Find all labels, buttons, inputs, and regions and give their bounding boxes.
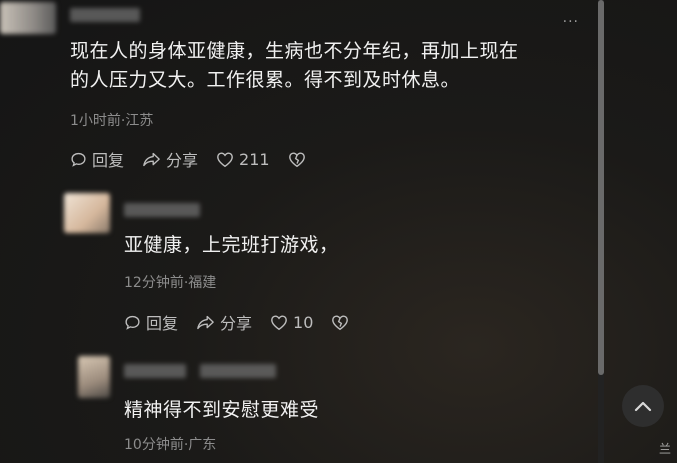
dislike-button[interactable] — [288, 151, 311, 168]
broken-heart-icon — [332, 314, 349, 330]
username-blurred[interactable] — [70, 8, 140, 22]
share-button[interactable]: 分享 — [196, 310, 252, 334]
scrollbar-thumb[interactable] — [598, 0, 604, 375]
comment-icon — [125, 315, 140, 330]
reply-label: 回复 — [92, 151, 125, 170]
comment-actions: 回复 分享 10 — [124, 310, 372, 334]
like-button[interactable]: 211 — [216, 150, 270, 169]
share-label: 分享 — [166, 151, 199, 170]
reply-label: 回复 — [146, 314, 179, 333]
comment-meta: 12分钟前·福建 — [124, 275, 217, 291]
comment-text: 精神得不到安慰更难受 — [124, 399, 320, 421]
comment-text-line: 现在人的身体亚健康，生病也不分年纪，再加上现在 — [70, 40, 519, 62]
chevron-up-icon — [634, 401, 652, 412]
like-button[interactable]: 10 — [270, 313, 313, 332]
reply-button[interactable]: 回复 — [124, 310, 178, 334]
reply-button[interactable]: 回复 — [70, 147, 124, 171]
heart-icon — [271, 314, 287, 330]
heart-icon — [217, 151, 233, 167]
back-to-top-button[interactable] — [622, 385, 664, 427]
avatar[interactable] — [78, 356, 110, 398]
comment-actions: 回复 分享 211 — [70, 147, 329, 171]
avatar[interactable] — [0, 2, 56, 34]
avatar[interactable] — [64, 193, 110, 233]
broken-heart-icon — [288, 151, 305, 167]
more-icon[interactable]: ··· — [563, 14, 579, 30]
comment-text-line: 的人压力又大。工作很累。得不到及时休息。 — [70, 69, 461, 91]
comment-meta: 10分钟前·广东 — [124, 437, 217, 453]
share-button[interactable]: 分享 — [142, 147, 198, 171]
share-icon — [143, 152, 160, 166]
share-label: 分享 — [220, 314, 253, 333]
like-count: 10 — [293, 312, 314, 332]
comment-icon — [71, 152, 86, 167]
username-blurred[interactable] — [200, 364, 276, 378]
comment-meta: 1小时前·江苏 — [70, 113, 154, 129]
username-blurred[interactable] — [124, 364, 186, 378]
username-blurred[interactable] — [124, 203, 200, 217]
like-count: 211 — [239, 149, 270, 169]
comment-text: 现在人的身体亚健康，生病也不分年纪，再加上现在 的人压力又大。工作很累。得不到及… — [70, 37, 590, 95]
dislike-button[interactable] — [331, 314, 354, 331]
share-icon — [197, 315, 214, 329]
comment-text: 亚健康，上完班打游戏， — [124, 234, 339, 256]
watermark: 兰 — [658, 442, 671, 456]
